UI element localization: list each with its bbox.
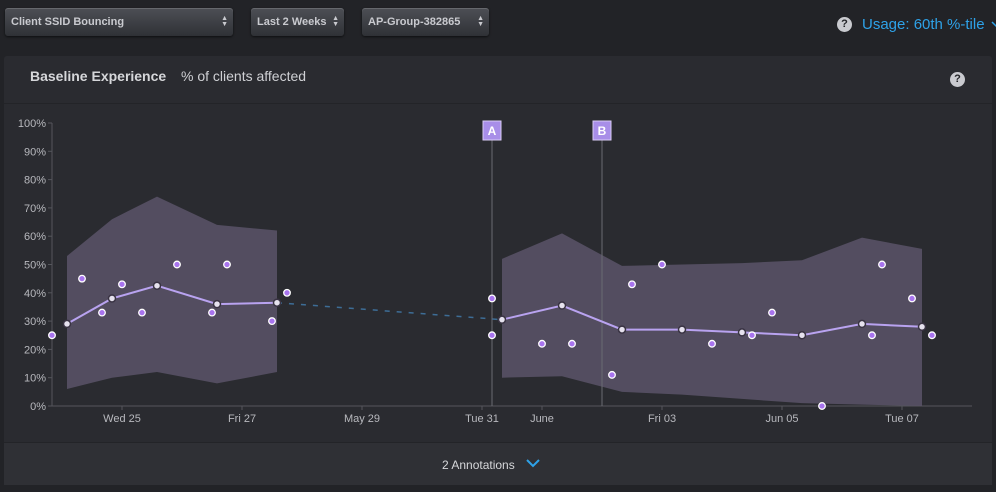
help-icon[interactable]: ? bbox=[837, 17, 852, 32]
usage-percentile-dropdown[interactable]: Usage: 60th %-tile bbox=[862, 16, 996, 33]
metric-dropdown-label: Client SSID Bouncing bbox=[11, 16, 125, 28]
baseline-experience-panel: Baseline Experience % of clients affecte… bbox=[4, 56, 992, 485]
time-range-dropdown[interactable]: Last 2 Weeks ▲ ▼ bbox=[251, 8, 344, 36]
dropdown-arrows-icon: ▲ ▼ bbox=[332, 15, 339, 28]
panel-subtitle: % of clients affected bbox=[181, 68, 307, 84]
chevron-down-icon[interactable] bbox=[526, 457, 540, 469]
chevron-down-icon bbox=[991, 21, 996, 28]
top-bar: Client SSID Bouncing ▲ ▼ Last 2 Weeks ▲ ▼ … bbox=[0, 0, 996, 48]
header-divider bbox=[4, 103, 992, 104]
annotations-bar[interactable]: 2 Annotations bbox=[4, 442, 992, 485]
ap-group-dropdown-label: AP-Group-382865 bbox=[368, 16, 461, 28]
dropdown-arrows-icon: ▲ ▼ bbox=[221, 15, 228, 28]
metric-dropdown[interactable]: Client SSID Bouncing ▲ ▼ bbox=[5, 8, 233, 36]
usage-percentile-label: Usage: 60th %-tile bbox=[862, 16, 985, 33]
panel-title: Baseline Experience bbox=[30, 68, 167, 84]
annotations-toggle-label: 2 Annotations bbox=[442, 458, 515, 472]
time-range-dropdown-label: Last 2 Weeks bbox=[257, 16, 327, 28]
panel-help-icon[interactable]: ? bbox=[950, 72, 965, 87]
dropdown-arrows-icon: ▲ ▼ bbox=[477, 15, 484, 28]
ap-group-dropdown[interactable]: AP-Group-382865 ▲ ▼ bbox=[362, 8, 489, 36]
